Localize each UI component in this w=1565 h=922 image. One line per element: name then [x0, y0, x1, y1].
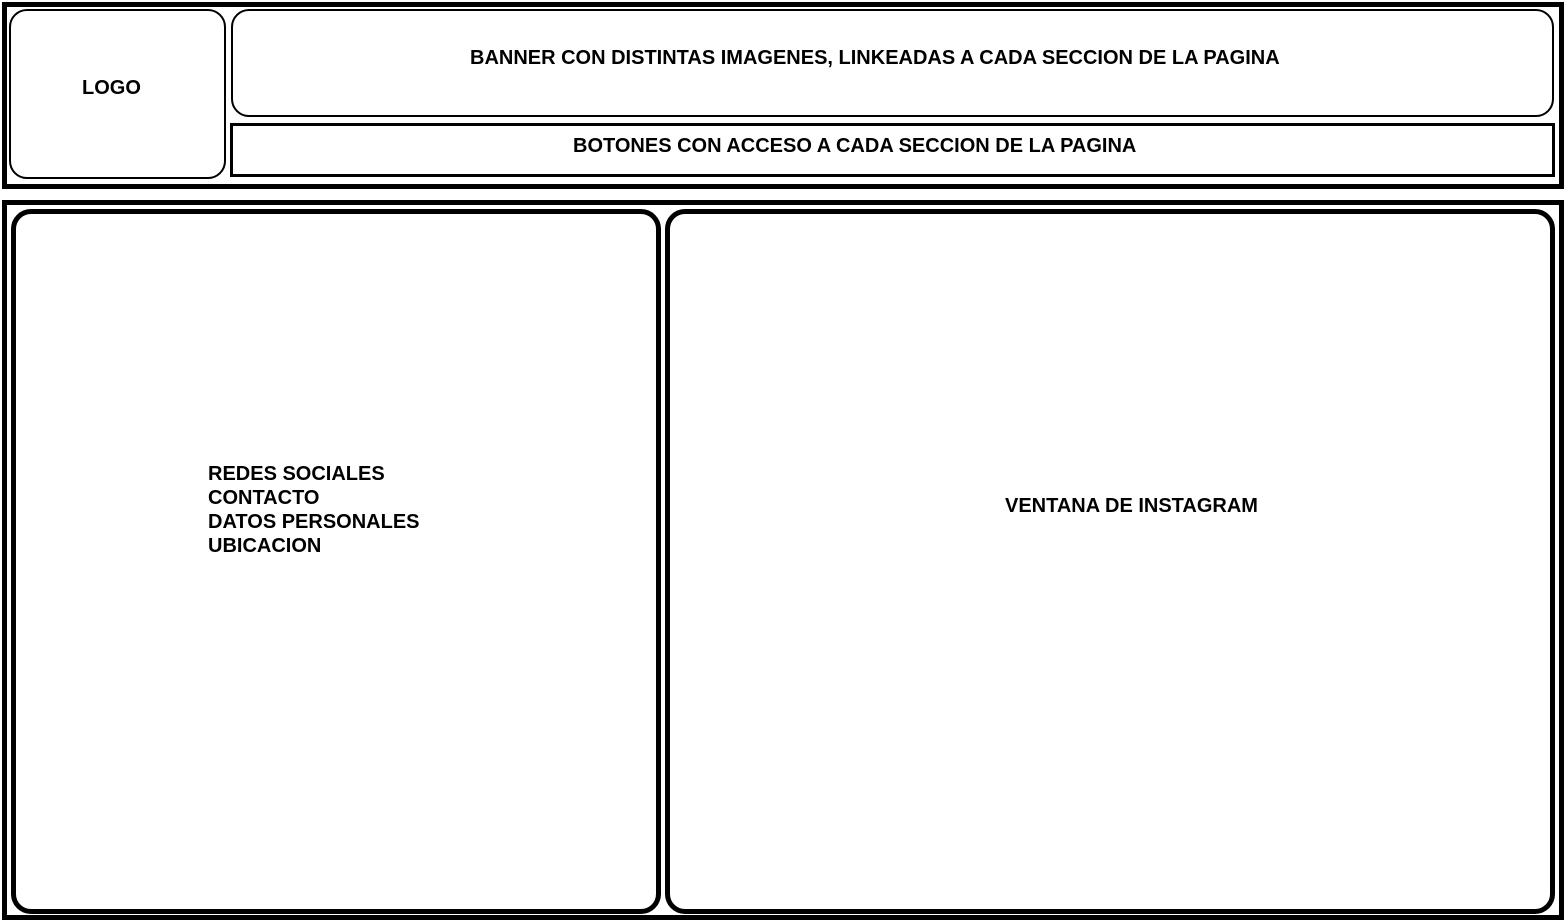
info-item-redes-sociales: REDES SOCIALES [208, 463, 385, 485]
banner-label: BANNER CON DISTINTAS IMAGENES, LINKEADAS… [470, 47, 1280, 69]
instagram-panel [665, 209, 1555, 914]
info-item-datos-personales: DATOS PERSONALES [208, 511, 420, 533]
info-item-contacto: CONTACTO [208, 487, 320, 509]
info-panel [11, 209, 661, 914]
nav-buttons-label: BOTONES CON ACCESO A CADA SECCION DE LA … [573, 135, 1137, 157]
info-list: REDES SOCIALES CONTACTO DATOS PERSONALES… [208, 462, 420, 558]
instagram-label: VENTANA DE INSTAGRAM [1005, 495, 1258, 517]
logo-label: LOGO [82, 77, 141, 99]
info-item-ubicacion: UBICACION [208, 535, 322, 557]
